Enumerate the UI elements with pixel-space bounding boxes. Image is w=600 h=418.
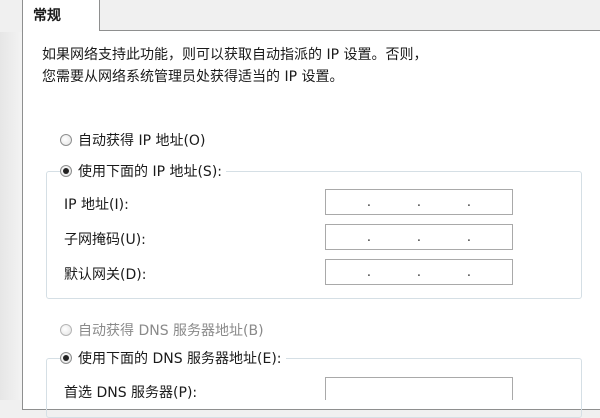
subnet-mask-label: 子网掩码(U): bbox=[64, 232, 146, 248]
ip-dot: . bbox=[366, 229, 372, 245]
radio-manual-ip[interactable]: 使用下面的 IP 地址(S): bbox=[60, 161, 226, 181]
tab-general-label: 常规 bbox=[33, 8, 61, 24]
ip-dot: . bbox=[466, 264, 472, 280]
radio-manual-ip-label: 使用下面的 IP 地址(S): bbox=[78, 164, 222, 180]
default-gateway-label: 默认网关(D): bbox=[64, 267, 147, 283]
subnet-mask-input[interactable]: . . . bbox=[325, 224, 513, 250]
dialog-left-border bbox=[0, 0, 23, 400]
radio-auto-dns-indicator[interactable] bbox=[60, 324, 72, 336]
ip-dot: . bbox=[416, 264, 422, 280]
preferred-dns-label: 首选 DNS 服务器(P): bbox=[64, 385, 198, 401]
radio-manual-dns-label: 使用下面的 DNS 服务器地址(E): bbox=[78, 351, 282, 367]
ip-dot: . bbox=[366, 264, 372, 280]
radio-auto-dns[interactable]: 自动获得 DNS 服务器地址(B) bbox=[60, 320, 264, 340]
ip-dot: . bbox=[416, 194, 422, 210]
ip-dot: . bbox=[466, 229, 472, 245]
ip-dot: . bbox=[466, 194, 472, 210]
ip-dot: . bbox=[416, 229, 422, 245]
radio-manual-ip-indicator[interactable] bbox=[60, 165, 72, 177]
ip-address-input[interactable]: . . . bbox=[325, 189, 513, 215]
preferred-dns-input[interactable] bbox=[325, 377, 513, 400]
description-line-1: 如果网络支持此功能，则可以获取自动指派的 IP 设置。否则， bbox=[42, 47, 428, 63]
radio-auto-ip[interactable]: 自动获得 IP 地址(O) bbox=[60, 130, 205, 150]
description-line-2: 您需要从网络系统管理员处获得适当的 IP 设置。 bbox=[42, 69, 344, 85]
tab-general[interactable]: 常规 bbox=[22, 0, 100, 31]
radio-manual-dns[interactable]: 使用下面的 DNS 服务器地址(E): bbox=[60, 348, 286, 368]
tab-strip: 常规 bbox=[0, 0, 600, 32]
ip-dot: . bbox=[366, 194, 372, 210]
radio-auto-ip-label: 自动获得 IP 地址(O) bbox=[78, 133, 206, 149]
ip-address-label: IP 地址(I): bbox=[64, 197, 129, 213]
default-gateway-input[interactable]: . . . bbox=[325, 259, 513, 285]
radio-auto-ip-indicator[interactable] bbox=[60, 134, 72, 146]
radio-auto-dns-label: 自动获得 DNS 服务器地址(B) bbox=[78, 323, 264, 339]
radio-manual-dns-indicator[interactable] bbox=[60, 352, 72, 364]
description-text: 如果网络支持此功能，则可以获取自动指派的 IP 设置。否则， 您需要从网络系统管… bbox=[42, 44, 582, 88]
